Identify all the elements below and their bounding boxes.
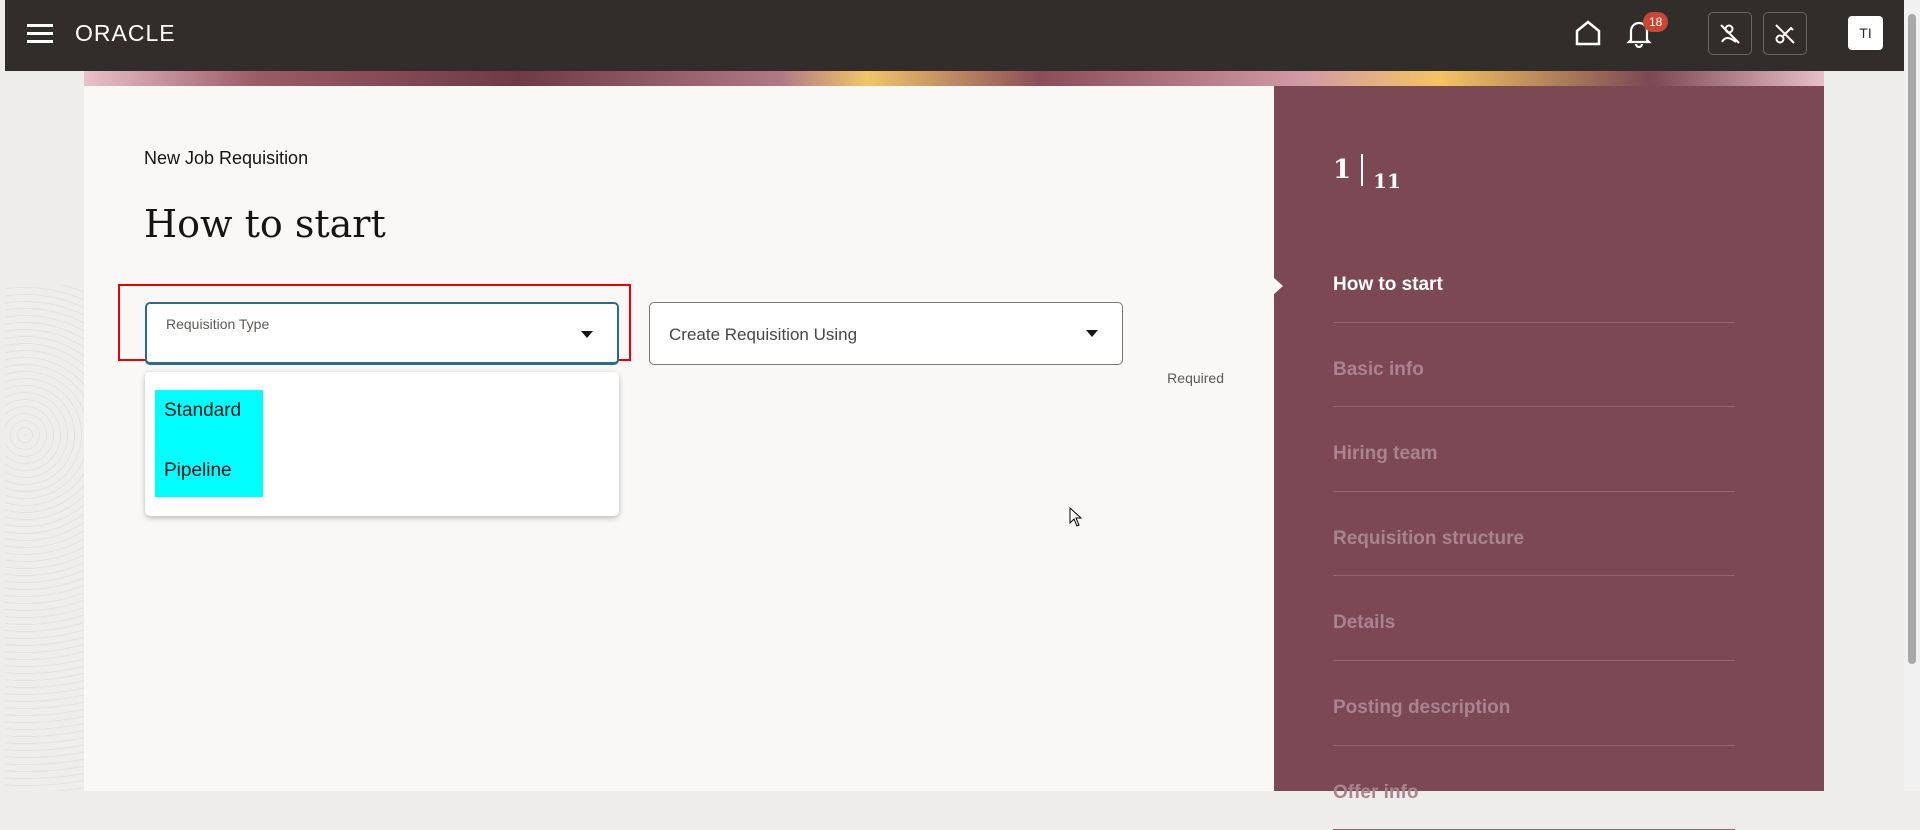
step-hiring-team[interactable]: Hiring team [1333, 407, 1735, 492]
mouse-cursor-icon [1069, 507, 1083, 527]
requisition-type-select[interactable]: Requisition Type [145, 302, 619, 365]
step-requisition-structure[interactable]: Requisition structure [1333, 492, 1735, 577]
page-subtitle: New Job Requisition [144, 148, 309, 168]
step-details[interactable]: Details [1333, 576, 1735, 661]
current-step-number: 1 [1333, 155, 1352, 185]
decorative-pattern [5, 285, 84, 791]
accessibility-button[interactable] [1708, 12, 1752, 55]
person-slash-icon [1720, 24, 1740, 44]
chevron-down-icon [581, 331, 593, 338]
user-avatar[interactable]: TI [1848, 16, 1883, 50]
notification-badge: 18 [1643, 12, 1669, 32]
current-step-pointer [1273, 277, 1283, 295]
chevron-down-icon [1086, 330, 1098, 337]
create-requisition-using-select[interactable]: Create Requisition Using [649, 302, 1123, 365]
step-list: How to start Basic info Hiring team Requ… [1333, 238, 1735, 830]
requisition-type-label: Requisition Type [166, 316, 270, 332]
tool-slash-icon [1775, 24, 1795, 44]
progress-panel: 1 11 How to start Basic info Hiring team … [1273, 86, 1824, 830]
top-navigation-bar: ORACLE 18 TI [5, 0, 1904, 71]
page-scrollbar[interactable] [1904, 0, 1920, 791]
step-how-to-start[interactable]: How to start [1333, 238, 1735, 323]
total-steps: 11 [1373, 169, 1401, 193]
oracle-logo: ORACLE [75, 20, 176, 46]
main-content: New Job Requisition How to start Requisi… [84, 86, 1274, 791]
step-counter: 1 11 [1333, 154, 1401, 193]
hamburger-menu-icon[interactable] [27, 24, 53, 44]
step-basic-info[interactable]: Basic info [1333, 323, 1735, 408]
requisition-type-dropdown: Standard Pipeline [145, 372, 619, 516]
step-offer-info[interactable]: Offer info [1333, 746, 1735, 830]
option-standard[interactable]: Standard [164, 400, 241, 422]
create-requisition-using-placeholder: Create Requisition Using [669, 325, 858, 344]
decorative-banner [84, 71, 1824, 86]
step-posting-description[interactable]: Posting description [1333, 661, 1735, 746]
required-hint: Required [1167, 370, 1224, 386]
page-title: How to start [144, 202, 386, 246]
option-pipeline[interactable]: Pipeline [164, 460, 232, 482]
scrollbar-thumb[interactable] [1908, 14, 1916, 664]
home-icon[interactable] [1573, 18, 1603, 48]
settings-button[interactable] [1763, 12, 1807, 55]
